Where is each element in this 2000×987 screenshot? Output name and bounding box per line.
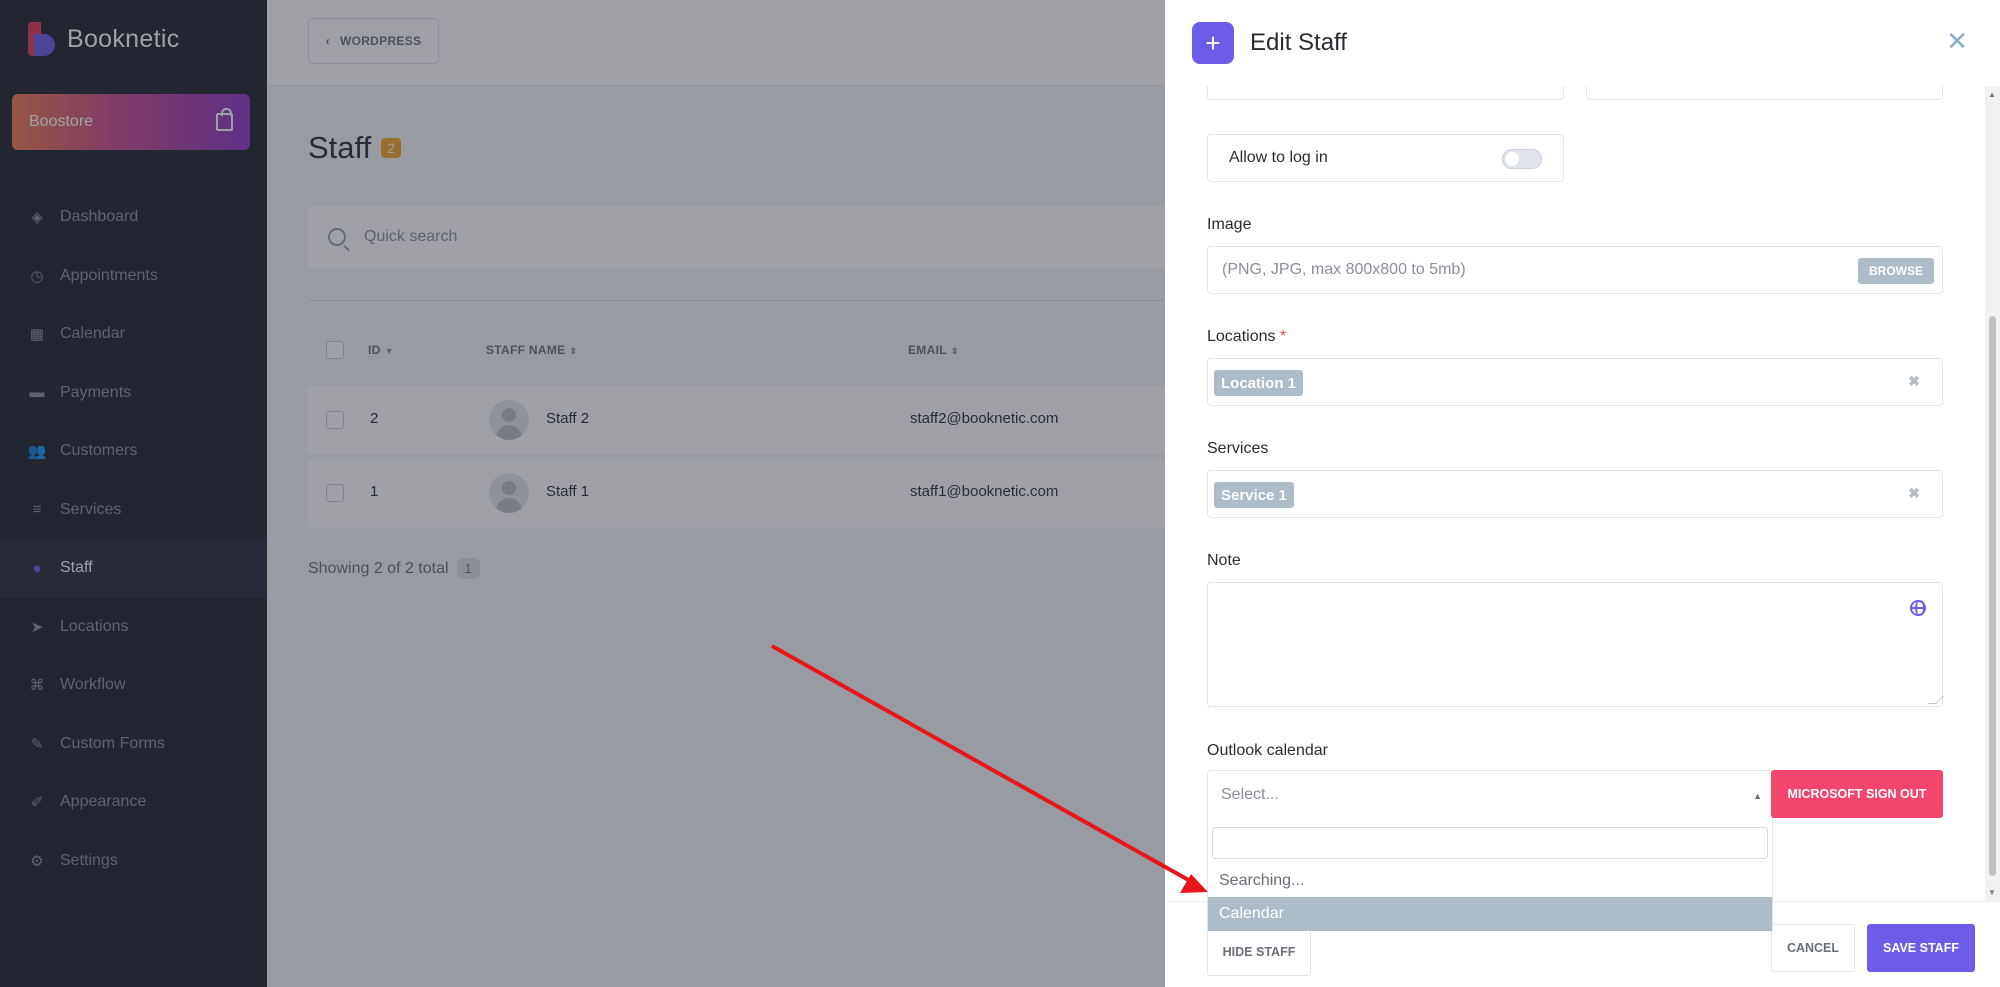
locations-label-text: Locations — [1207, 328, 1276, 345]
select-placeholder: Select... — [1221, 786, 1279, 803]
image-placeholder: (PNG, JPG, max 800x800 to 5mb) — [1222, 261, 1466, 278]
outlook-calendar-select[interactable]: Select... ▲ — [1207, 770, 1773, 822]
phone-field[interactable] — [1207, 86, 1564, 100]
clear-icon[interactable]: ✖ — [1908, 373, 1920, 390]
image-upload-field[interactable]: (PNG, JPG, max 800x800 to 5mb) BROWSE — [1207, 246, 1943, 294]
location-tag[interactable]: Location 1 — [1214, 370, 1304, 396]
clear-icon[interactable]: ✖ — [1908, 485, 1920, 502]
scroll-down-icon[interactable]: ▼ — [1988, 888, 1996, 897]
service-tag[interactable]: Service 1 — [1214, 482, 1294, 508]
browse-button[interactable]: BROWSE — [1858, 258, 1934, 284]
hide-staff-button[interactable]: HIDE STAFF — [1207, 928, 1311, 976]
extra-field[interactable] — [1586, 86, 1943, 100]
edit-staff-panel: + Edit Staff ✕ Allow to log in Image (PN… — [1165, 0, 2000, 987]
plus-icon: + — [1192, 22, 1234, 64]
dropdown-search-input[interactable] — [1212, 827, 1768, 859]
locations-label: Locations * — [1207, 328, 1286, 346]
outlook-calendar-label: Outlook calendar — [1207, 742, 1328, 759]
close-icon[interactable]: ✕ — [1946, 26, 1968, 57]
save-staff-button[interactable]: SAVE STAFF — [1867, 924, 1975, 972]
dropdown-option-calendar[interactable]: Calendar — [1208, 897, 1772, 931]
note-label: Note — [1207, 552, 1241, 569]
panel-header: + Edit Staff ✕ — [1165, 0, 2000, 86]
outlook-calendar-dropdown: Searching... Calendar — [1207, 821, 1773, 931]
image-label: Image — [1207, 216, 1252, 233]
globe-icon[interactable] — [1910, 600, 1926, 616]
scroll-thumb[interactable] — [1989, 316, 1996, 876]
allow-login-toggle[interactable] — [1502, 149, 1542, 169]
allow-login-label: Allow to log in — [1229, 149, 1328, 166]
scroll-up-icon[interactable]: ▲ — [1988, 90, 1996, 99]
cancel-button[interactable]: CANCEL — [1771, 924, 1855, 972]
required-mark: * — [1279, 328, 1287, 345]
scrollbar[interactable]: ▲ ▼ — [1985, 86, 2000, 901]
allow-login-box: Allow to log in — [1207, 134, 1564, 182]
panel-title: Edit Staff — [1250, 29, 1347, 56]
microsoft-sign-out-button[interactable]: MICROSOFT SIGN OUT — [1771, 770, 1943, 818]
services-label: Services — [1207, 440, 1269, 457]
services-select[interactable]: Service 1 ✖ — [1207, 470, 1943, 518]
panel-body: Allow to log in Image (PNG, JPG, max 800… — [1165, 86, 1985, 901]
caret-up-icon: ▲ — [1753, 791, 1762, 801]
modal-backdrop[interactable] — [0, 0, 1165, 987]
resize-handle[interactable] — [1928, 696, 1944, 704]
note-textarea[interactable] — [1207, 582, 1944, 707]
locations-select[interactable]: Location 1 ✖ — [1207, 358, 1943, 406]
dropdown-searching-text: Searching... — [1219, 872, 1305, 889]
